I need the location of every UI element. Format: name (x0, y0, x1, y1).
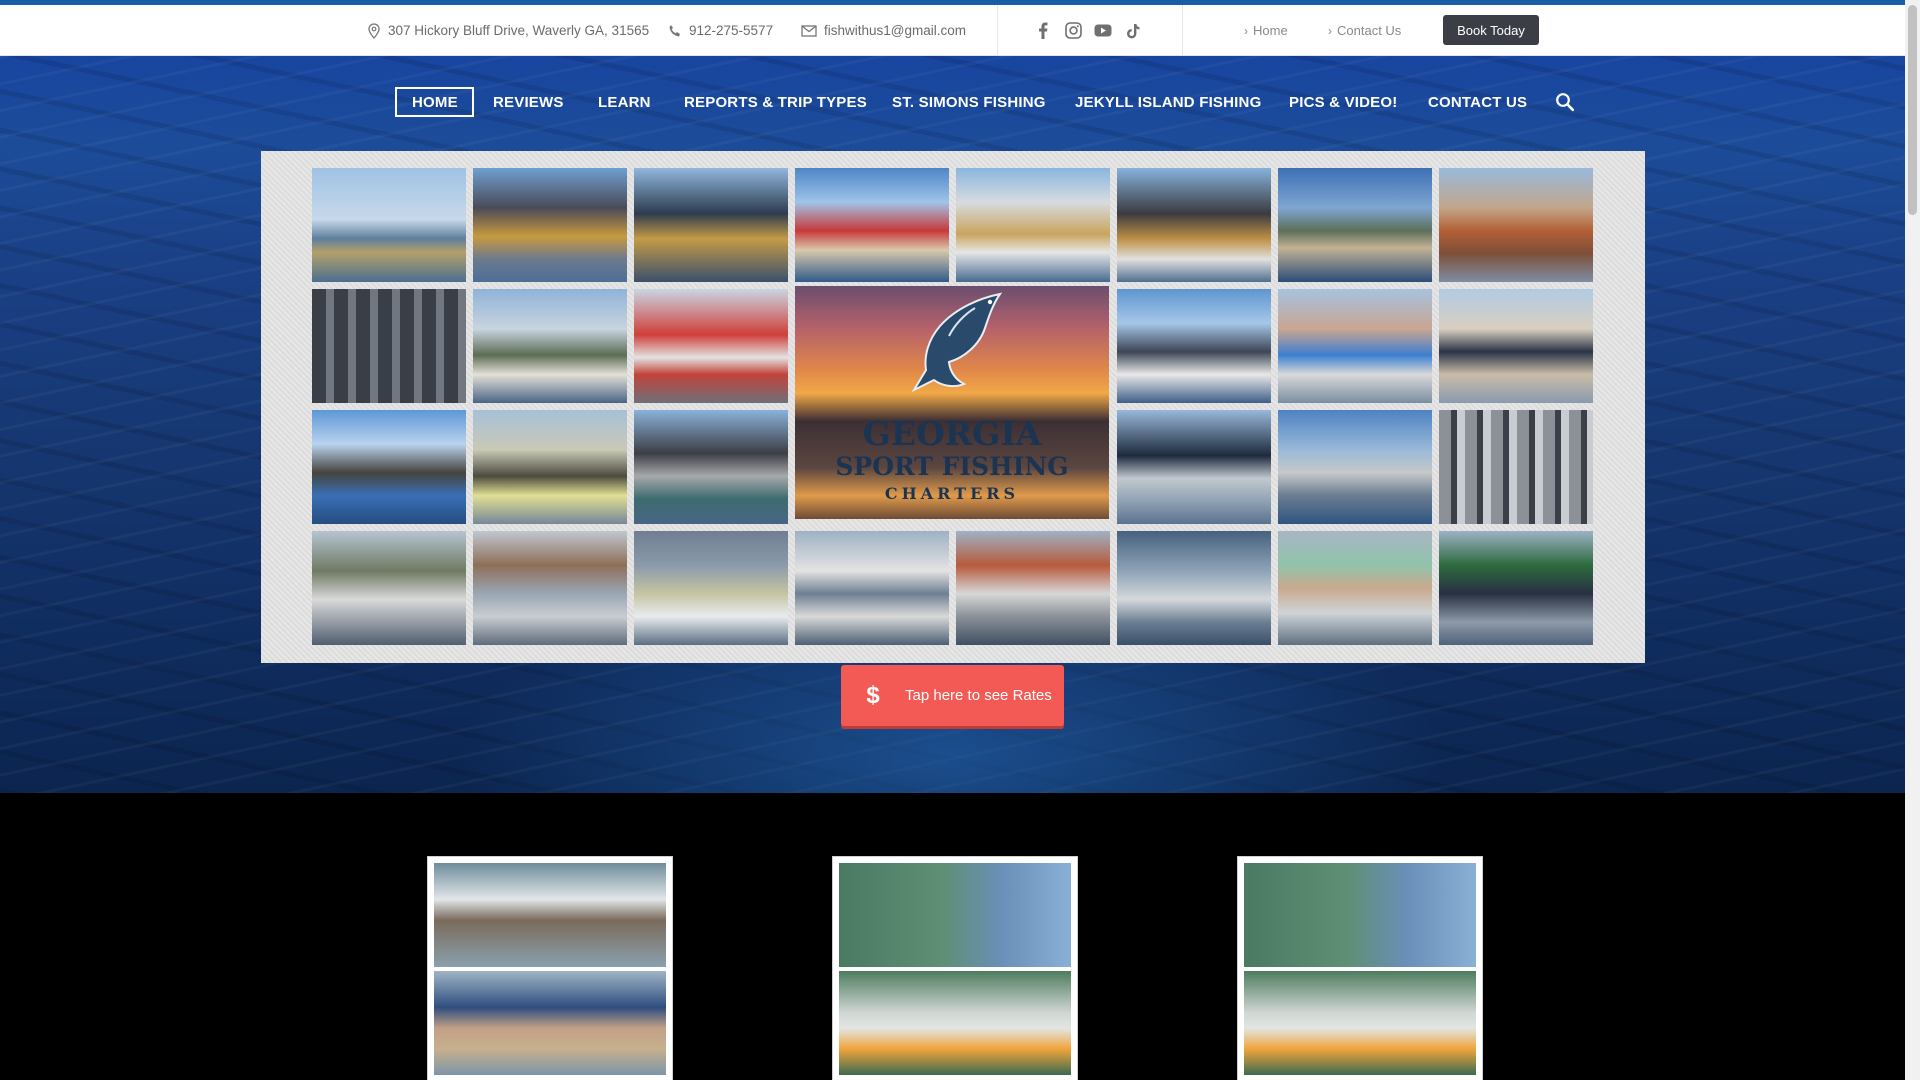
featured-photo-card[interactable] (1237, 856, 1483, 1080)
catch-photo (312, 289, 466, 403)
card-photo (1244, 863, 1476, 967)
email-text: fishwithus1@gmail.com (824, 23, 967, 38)
photo-collage: GEORGIA SPORT FISHING CHARTERS (261, 151, 1645, 663)
logo-line-georgia: GEORGIA (862, 414, 1042, 453)
topbar-link-label: Contact Us (1337, 23, 1402, 38)
topbar-link-home[interactable]: › Home (1244, 5, 1288, 56)
card-photo (1244, 971, 1476, 1075)
nav-item-reviews[interactable]: REVIEWS (493, 87, 564, 117)
tiktok-icon[interactable] (1118, 23, 1148, 39)
youtube-icon[interactable] (1088, 24, 1118, 37)
catch-photo (1439, 531, 1593, 645)
logo-line-charters: CHARTERS (884, 484, 1020, 503)
topbar-divider (997, 5, 998, 56)
facebook-icon[interactable] (1028, 22, 1058, 39)
catch-photo (634, 168, 788, 282)
nav-item-contact[interactable]: CONTACT US (1428, 87, 1527, 117)
card-photo (839, 971, 1071, 1075)
catch-photo (634, 531, 788, 645)
email-info[interactable]: fishwithus1@gmail.com (801, 5, 966, 56)
catch-photo (1117, 410, 1271, 524)
search-icon[interactable] (1555, 92, 1575, 117)
main-nav: HOME REVIEWS LEARN REPORTS & TRIP TYPES … (0, 87, 1905, 117)
catch-photo (795, 531, 949, 645)
tarpon-fish-logo-icon (911, 292, 1003, 393)
catch-photo (1439, 410, 1593, 524)
map-pin-icon (368, 22, 380, 39)
dollar-icon: $ (866, 681, 880, 709)
catch-photo (1439, 289, 1593, 403)
catch-photo (634, 289, 788, 403)
catch-photo (473, 289, 627, 403)
catch-photo (473, 410, 627, 524)
nav-item-pics-video[interactable]: PICS & VIDEO! (1289, 87, 1397, 117)
featured-section (0, 793, 1905, 1080)
catch-photo (1117, 289, 1271, 403)
featured-photo-card[interactable] (427, 856, 673, 1080)
see-rates-label: Tap here to see Rates (905, 687, 1052, 704)
catch-photo (1278, 410, 1432, 524)
catch-photo (1278, 531, 1432, 645)
top-info-bar: 307 Hickory Bluff Drive, Waverly GA, 315… (0, 5, 1905, 56)
topbar-link-label: Home (1253, 23, 1288, 38)
nav-item-jekyll[interactable]: JEKYLL ISLAND FISHING (1075, 87, 1261, 117)
card-photo (434, 971, 666, 1075)
brand-logo-panel: GEORGIA SPORT FISHING CHARTERS (795, 286, 1109, 519)
scrollbar-thumb[interactable] (1908, 5, 1917, 215)
catch-photo (1117, 168, 1271, 282)
address-text: 307 Hickory Bluff Drive, Waverly GA, 315… (388, 23, 650, 38)
page-scrollbar[interactable] (1905, 0, 1920, 1080)
logo-line-sport-fishing: SPORT FISHING (835, 452, 1069, 481)
catch-photo (312, 410, 466, 524)
nav-item-reports[interactable]: REPORTS & TRIP TYPES (684, 87, 867, 117)
nav-item-learn[interactable]: LEARN (598, 87, 651, 117)
card-photo (839, 863, 1071, 967)
catch-photo (312, 531, 466, 645)
topbar-divider (1182, 5, 1183, 56)
hero-section: HOME REVIEWS LEARN REPORTS & TRIP TYPES … (0, 56, 1905, 793)
catch-photo (795, 168, 949, 282)
topbar-link-contact[interactable]: › Contact Us (1328, 5, 1401, 56)
chevron-right-icon: › (1328, 23, 1332, 38)
social-links (1028, 5, 1148, 56)
catch-photo (312, 168, 466, 282)
see-rates-button[interactable]: $ Tap here to see Rates (841, 665, 1064, 726)
catch-photo (473, 531, 627, 645)
nav-item-st-simons[interactable]: ST. SIMONS FISHING (892, 87, 1046, 117)
envelope-icon (801, 24, 817, 37)
phone-text: 912-275-5577 (689, 23, 774, 38)
instagram-icon[interactable] (1058, 22, 1088, 39)
catch-photo (1439, 168, 1593, 282)
card-photo (434, 863, 666, 967)
catch-photo (1278, 289, 1432, 403)
featured-photo-card[interactable] (832, 856, 1078, 1080)
catch-photo (956, 168, 1110, 282)
nav-item-home[interactable]: HOME (395, 87, 474, 117)
catch-photo (956, 531, 1110, 645)
phone-info[interactable]: 912-275-5577 (668, 5, 773, 56)
catch-photo (473, 168, 627, 282)
catch-photo (1117, 531, 1271, 645)
book-today-button[interactable]: Book Today (1443, 15, 1539, 45)
chevron-right-icon: › (1244, 23, 1248, 38)
address-info: 307 Hickory Bluff Drive, Waverly GA, 315… (367, 5, 649, 56)
catch-photo (634, 410, 788, 524)
phone-icon (669, 24, 680, 36)
catch-photo (1278, 168, 1432, 282)
